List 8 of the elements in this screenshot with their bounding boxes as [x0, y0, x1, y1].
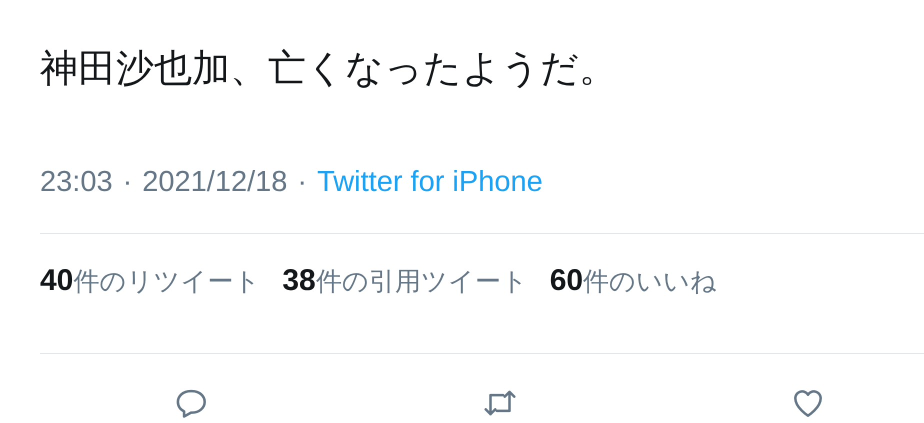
stat-link[interactable]: 38件の引用ツイート: [282, 264, 528, 319]
separator-dot: ·: [122, 166, 132, 199]
tweet-date: 2021/12/18: [142, 166, 288, 199]
stat-link[interactable]: 60件のいいね: [550, 264, 718, 319]
tweet-time: 23:03: [40, 166, 113, 199]
tweet-text: 神田沙也加、亡くなったようだ。: [40, 45, 618, 92]
separator-dot: ·: [297, 166, 308, 199]
stat-link[interactable]: 40件のリツイート: [40, 264, 260, 319]
